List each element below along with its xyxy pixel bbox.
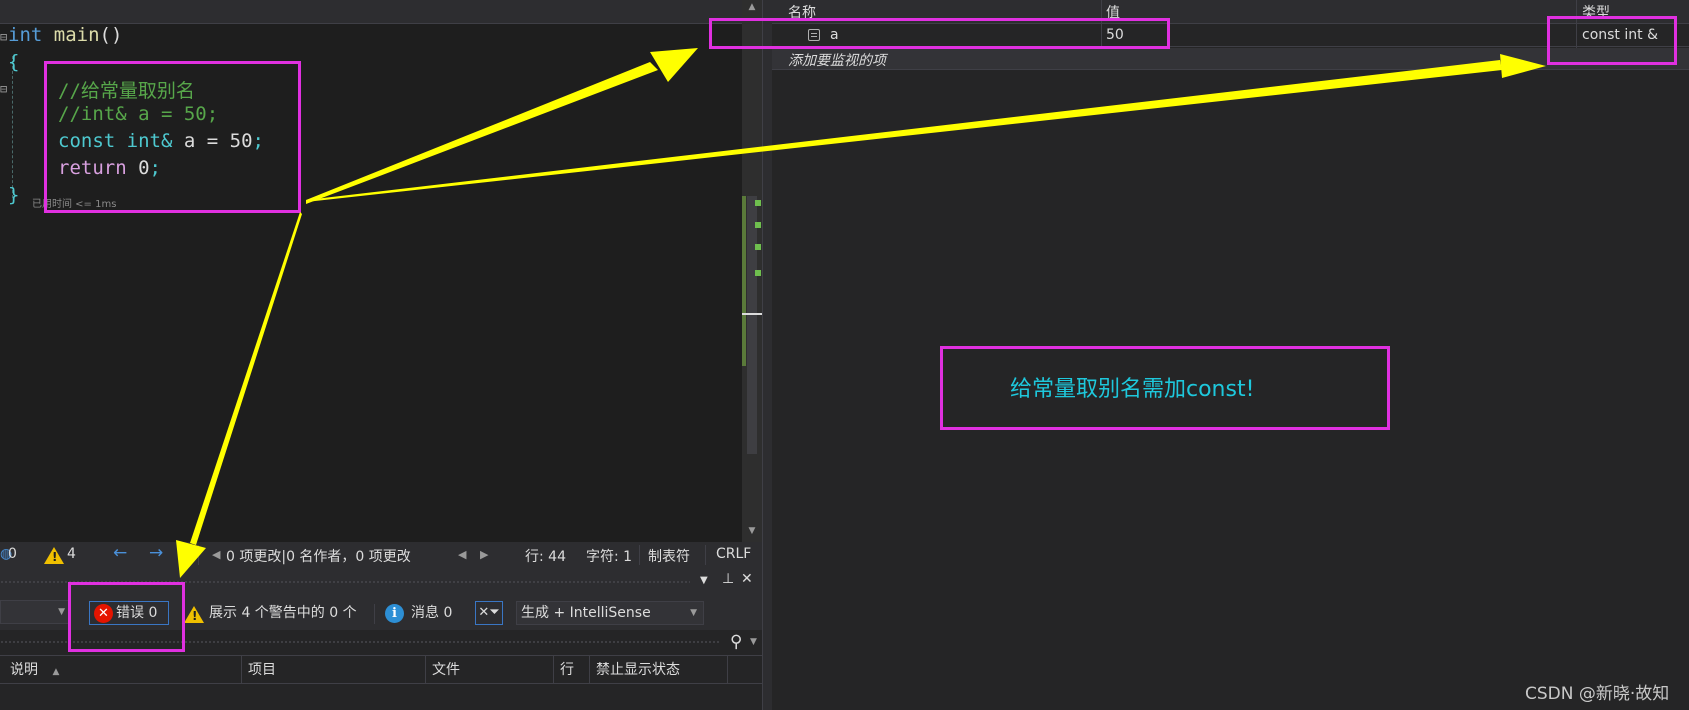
pin-icon[interactable]: ⊥: [722, 571, 734, 587]
column-label: 说明: [10, 662, 38, 678]
column-label: 项目: [248, 662, 276, 678]
line-indicator[interactable]: 行: 44: [525, 546, 566, 566]
column-label: 行: [560, 662, 574, 678]
scope-dropdown[interactable]: ▼: [0, 600, 70, 624]
column-label: 文件: [432, 662, 460, 678]
warning-count[interactable]: 4: [67, 546, 76, 562]
warning-icon: !: [184, 606, 204, 623]
line-ending-indicator[interactable]: CRLF: [716, 546, 751, 562]
chevron-left-icon[interactable]: ◀: [458, 548, 466, 561]
change-tracking-bar: [742, 196, 746, 366]
code-line-main[interactable]: int main(): [8, 24, 122, 46]
warning-icon[interactable]: !: [44, 547, 64, 564]
editor-navigation-bar: [0, 0, 742, 24]
scroll-up-icon[interactable]: ▲: [742, 0, 762, 14]
pane-splitter[interactable]: [762, 0, 772, 710]
indent-guide: [12, 56, 13, 198]
scroll-marker: [755, 270, 761, 276]
chevron-down-icon[interactable]: ▼: [750, 637, 757, 647]
divider: [705, 545, 706, 565]
info-icon: i: [385, 604, 404, 623]
keyword-int: int: [8, 24, 43, 46]
chevron-left-icon[interactable]: ◀: [212, 548, 220, 561]
open-brace: {: [8, 51, 20, 73]
chevron-down-icon: ▼: [690, 608, 697, 618]
search-icon[interactable]: ⚲: [730, 632, 742, 652]
column-header-project[interactable]: 项目: [242, 656, 426, 684]
editor-status-bar: ◍ 0 ! 4 ← → ◀ 0 项更改|0 名作者，0 项更改 ◀ ▶ 行: 4…: [0, 542, 762, 568]
warnings-filter-button[interactable]: 展示 4 个警告中的 0 个: [209, 600, 357, 626]
divider: [639, 545, 640, 565]
watermark: CSDN @新晓·故知: [1525, 684, 1670, 704]
error-list-column-header: 说明 ▲ 项目 文件 行 禁止显示状态: [0, 656, 762, 684]
column-label: 禁止显示状态: [596, 662, 680, 678]
sort-ascending-icon: ▲: [52, 667, 60, 677]
collapse-icon[interactable]: ⊟: [0, 82, 7, 96]
column-header-line[interactable]: 行: [554, 656, 590, 684]
tabs-indicator[interactable]: 制表符: [648, 546, 690, 566]
close-brace: }: [8, 184, 20, 206]
highlight-box-code: [44, 61, 301, 213]
column-header-description[interactable]: 说明 ▲: [4, 656, 242, 684]
add-watch-placeholder[interactable]: 添加要监视的项: [788, 50, 886, 70]
scroll-down-icon[interactable]: ▼: [742, 524, 762, 538]
code-line-open-brace[interactable]: {: [8, 51, 19, 73]
column-header-file[interactable]: 文件: [426, 656, 554, 684]
close-icon[interactable]: ✕: [741, 571, 753, 587]
collapse-icon[interactable]: ⊟: [0, 30, 7, 44]
code-line-close-brace[interactable]: }: [8, 184, 19, 206]
navigate-forward-icon[interactable]: →: [149, 543, 163, 563]
char-indicator[interactable]: 字符: 1: [586, 546, 632, 566]
scroll-marker: [755, 200, 761, 206]
messages-filter-button[interactable]: 消息 0: [411, 600, 452, 626]
filter-icon[interactable]: ✕⏷: [475, 601, 503, 625]
highlight-box-note: [940, 346, 1390, 430]
chevron-right-icon[interactable]: ▶: [480, 548, 488, 561]
change-summary[interactable]: 0 项更改|0 名作者，0 项更改: [226, 546, 411, 566]
highlight-box-watch-row: [709, 18, 1170, 49]
window-menu-icon[interactable]: ▼: [700, 575, 708, 586]
function-name: main: [53, 24, 100, 46]
divider: [198, 545, 199, 565]
editor-vertical-scrollbar[interactable]: ▲ ▼: [742, 0, 762, 542]
caret-position-marker: [742, 313, 762, 315]
scroll-marker: [755, 222, 761, 228]
highlight-box-type: [1547, 16, 1677, 65]
build-source-dropdown[interactable]: 生成 + IntelliSense ▼: [516, 601, 704, 625]
scroll-thumb[interactable]: [747, 196, 757, 454]
navigate-back-icon[interactable]: ←: [113, 543, 127, 563]
scroll-marker: [755, 244, 761, 250]
divider: [374, 604, 375, 624]
paren: (): [99, 24, 123, 46]
build-source-value: 生成 + IntelliSense: [521, 605, 651, 621]
error-count[interactable]: 0: [8, 546, 17, 562]
column-header-suppression[interactable]: 禁止显示状态: [590, 656, 728, 684]
highlight-box-errors: [68, 582, 185, 652]
